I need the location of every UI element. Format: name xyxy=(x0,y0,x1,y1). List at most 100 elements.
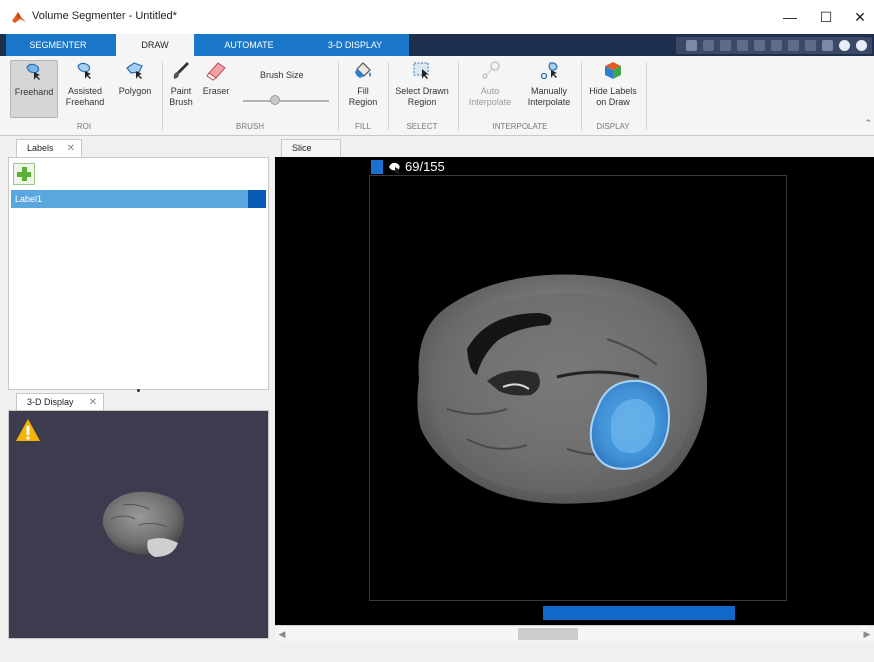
freehand-label: Freehand xyxy=(14,87,54,97)
tab-slice[interactable]: Slice xyxy=(281,139,341,157)
hide-labels-label-2: on Draw xyxy=(596,97,630,107)
group-divider xyxy=(162,62,163,130)
brush-size-label: Brush Size xyxy=(260,70,304,80)
settings-icon[interactable] xyxy=(805,40,816,51)
manually-interpolate-icon xyxy=(540,62,558,80)
display3d-tab-title: 3-D Display xyxy=(27,397,74,407)
paint-brush-label-1: Paint xyxy=(170,86,192,96)
minimize-button[interactable]: — xyxy=(776,6,804,28)
polygon-icon xyxy=(126,62,143,79)
status-bar xyxy=(0,642,874,662)
label-name: Label1 xyxy=(15,194,43,204)
select-drawn-region-label-1: Select Drawn xyxy=(395,86,449,96)
tab-segmenter[interactable]: SEGMENTER xyxy=(12,34,104,56)
label-color-swatch[interactable] xyxy=(248,190,266,208)
fill-bucket-icon xyxy=(355,62,371,78)
undo-icon[interactable] xyxy=(754,40,765,51)
slice-counter: 69/155 xyxy=(405,159,445,174)
group-divider xyxy=(388,62,389,130)
paste-icon[interactable] xyxy=(737,40,748,51)
scrollbar-thumb[interactable] xyxy=(518,628,578,640)
close-icon[interactable]: ✕ xyxy=(67,140,75,157)
polygon-label: Polygon xyxy=(118,86,152,96)
manually-interpolate-label-1: Manually xyxy=(530,86,568,96)
save-icon[interactable] xyxy=(686,40,697,51)
auto-interpolate-button[interactable]: Auto Interpolate xyxy=(462,60,518,118)
paint-brush-icon xyxy=(173,62,189,79)
tab-draw[interactable]: DRAW xyxy=(116,34,194,56)
hide-labels-icon xyxy=(605,62,621,79)
manually-interpolate-button[interactable]: Manually Interpolate xyxy=(520,60,578,118)
assisted-freehand-label-1: Assisted xyxy=(67,86,102,96)
brush-group-label: BRUSH xyxy=(235,122,264,131)
interpolate-group-label: INTERPOLATE xyxy=(492,122,548,131)
freehand-button[interactable]: Freehand xyxy=(10,60,58,118)
cut-icon[interactable] xyxy=(703,40,714,51)
active-label-indicator xyxy=(371,160,383,174)
close-button[interactable]: ✕ xyxy=(846,6,874,28)
dock-icon[interactable] xyxy=(822,40,833,51)
tab-3d-display[interactable]: 3-D DISPLAY xyxy=(302,34,408,56)
fill-region-label-2: Region xyxy=(348,97,378,107)
select-drawn-region-button[interactable]: Select Drawn Region xyxy=(391,60,453,118)
label-list-item[interactable]: Label1 xyxy=(11,190,266,208)
hide-labels-on-draw-button[interactable]: Hide Labels on Draw xyxy=(584,60,642,118)
slice-tab-title: Slice xyxy=(292,143,312,153)
expand-icon[interactable] xyxy=(856,40,867,51)
paint-brush-label-2: Brush xyxy=(169,97,193,107)
select-group-label: SELECT xyxy=(406,122,438,131)
polygon-button[interactable]: Polygon xyxy=(112,60,158,118)
ribbon-toolstrip: Freehand Assisted Freehand Polygon ROI P… xyxy=(0,56,874,136)
redo-icon[interactable] xyxy=(771,40,782,51)
paint-brush-button[interactable]: Paint Brush xyxy=(165,60,197,118)
group-divider xyxy=(458,62,459,130)
panel-splitter[interactable] xyxy=(137,389,140,392)
hide-labels-label-1: Hide Labels xyxy=(589,86,637,96)
window-title: Volume Segmenter - Untitled* xyxy=(32,10,177,22)
3d-display-panel[interactable] xyxy=(8,410,269,639)
quick-access-toolbar xyxy=(676,37,872,54)
add-label-button[interactable] xyxy=(13,163,35,185)
pan-icon[interactable] xyxy=(387,160,403,174)
manually-interpolate-label-2: Interpolate xyxy=(527,97,571,107)
eraser-label: Eraser xyxy=(202,86,230,96)
scroll-right-icon[interactable]: ▶ xyxy=(860,626,874,642)
layout-icon[interactable] xyxy=(788,40,799,51)
mri-brain-slice xyxy=(417,274,708,504)
brush-size-slider[interactable] xyxy=(243,100,329,102)
auto-interpolate-label-2: Interpolate xyxy=(468,97,512,107)
auto-interpolate-label-1: Auto xyxy=(480,86,500,96)
labels-tab-title: Labels xyxy=(27,143,54,153)
tab-automate[interactable]: AUTOMATE xyxy=(196,34,302,56)
close-icon[interactable]: ✕ xyxy=(89,394,97,411)
fill-region-label-1: Fill xyxy=(357,86,369,96)
auto-interpolate-icon xyxy=(482,61,500,79)
assisted-freehand-icon xyxy=(77,62,91,79)
slice-view[interactable]: 69/155 xyxy=(275,157,874,625)
group-divider xyxy=(338,62,339,130)
slice-slider[interactable] xyxy=(543,606,735,620)
group-divider xyxy=(581,62,582,130)
title-bar: Volume Segmenter - Untitled* — ☐ ✕ xyxy=(0,0,874,34)
slice-scrollbar[interactable]: ◀ ▶ xyxy=(275,625,874,641)
copy-icon[interactable] xyxy=(720,40,731,51)
tab-3d-display-panel[interactable]: 3-D Display ✕ xyxy=(16,393,104,411)
scroll-left-icon[interactable]: ◀ xyxy=(275,626,289,642)
brush-size-slider-thumb[interactable] xyxy=(270,95,280,105)
tab-labels[interactable]: Labels ✕ xyxy=(16,139,82,157)
assisted-freehand-button[interactable]: Assisted Freehand xyxy=(60,60,110,118)
collapse-ribbon-icon[interactable]: ⌃ xyxy=(864,118,872,129)
group-divider xyxy=(646,62,647,130)
freehand-icon xyxy=(26,63,40,80)
select-drawn-region-label-2: Region xyxy=(407,97,437,107)
labels-panel: Label1 xyxy=(8,157,269,390)
fill-region-button[interactable]: Fill Region xyxy=(342,60,384,118)
display-group-label: DISPLAY xyxy=(596,122,630,131)
roi-group-label: ROI xyxy=(76,122,92,131)
eraser-icon xyxy=(206,62,226,81)
matlab-logo-icon xyxy=(12,12,26,23)
eraser-button[interactable]: Eraser xyxy=(198,60,234,118)
select-region-icon xyxy=(413,62,429,79)
maximize-button[interactable]: ☐ xyxy=(812,6,840,28)
help-icon[interactable] xyxy=(839,40,850,51)
